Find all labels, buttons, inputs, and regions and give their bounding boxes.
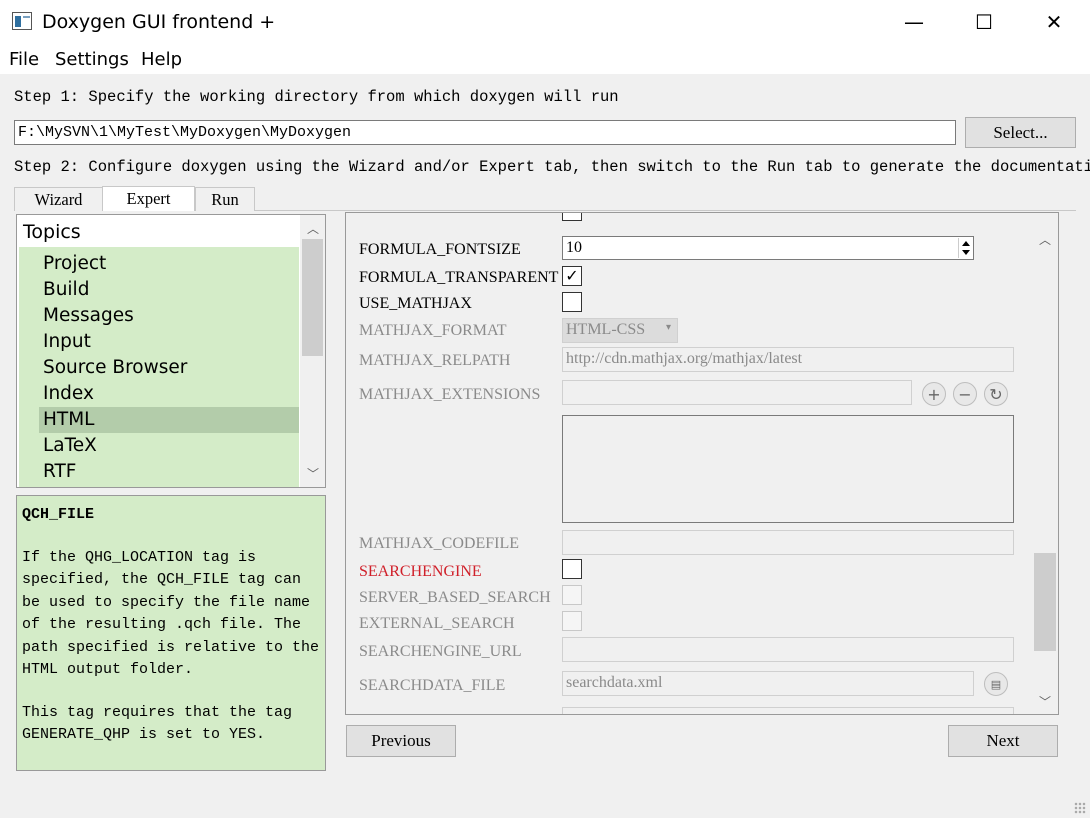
topic-index[interactable]: Index bbox=[39, 381, 299, 407]
topic-html[interactable]: HTML bbox=[39, 407, 299, 433]
clipped-checkbox[interactable] bbox=[562, 213, 582, 221]
menu-help[interactable]: Help bbox=[141, 49, 182, 70]
title-bar: Doxygen GUI frontend + — ☐ ✕ bbox=[0, 0, 1090, 44]
mathjax-extensions-label: MATHJAX_EXTENSIONS bbox=[359, 386, 541, 403]
browse-file-button[interactable]: ▤ bbox=[984, 672, 1008, 696]
scroll-up-arrow-icon[interactable]: ︿ bbox=[307, 220, 319, 237]
maximize-button[interactable]: ☐ bbox=[949, 0, 1019, 44]
mathjax-extensions-list[interactable] bbox=[562, 415, 1014, 523]
reset-items-button[interactable]: ↻ bbox=[984, 382, 1008, 406]
spin-arrows[interactable] bbox=[958, 238, 972, 258]
settings-scrollbar[interactable]: ︿ ﹀ bbox=[1032, 227, 1058, 713]
help-requirement: This tag requires that the tag GENERATE_… bbox=[22, 703, 293, 744]
formula-fontsize-spinbox[interactable]: 10 bbox=[562, 236, 974, 260]
mathjax-extensions-input[interactable] bbox=[562, 380, 912, 405]
topic-project[interactable]: Project bbox=[39, 251, 299, 277]
previous-button[interactable]: Previous bbox=[346, 725, 456, 757]
mathjax-format-label: MATHJAX_FORMAT bbox=[359, 322, 507, 339]
formula-fontsize-label: FORMULA_FONTSIZE bbox=[359, 241, 521, 258]
close-button[interactable]: ✕ bbox=[1019, 0, 1089, 44]
mathjax-relpath-label: MATHJAX_RELPATH bbox=[359, 352, 511, 369]
menu-settings[interactable]: Settings bbox=[55, 49, 129, 70]
formula-transparent-label: FORMULA_TRANSPARENT bbox=[359, 269, 559, 286]
menu-bar: File Settings Help bbox=[0, 44, 1090, 74]
mathjax-codefile-field[interactable] bbox=[562, 530, 1014, 555]
scroll-down-arrow-icon[interactable]: ﹀ bbox=[307, 465, 319, 482]
next-button[interactable]: Next bbox=[948, 725, 1058, 757]
chevron-down-icon: ▾ bbox=[665, 322, 671, 333]
tab-run[interactable]: Run bbox=[195, 187, 255, 211]
settings-panel: FORMULA_FONTSIZE 10 FORMULA_TRANSPARENT … bbox=[345, 212, 1059, 715]
minus-icon: − bbox=[958, 384, 972, 404]
clipped-next-field[interactable] bbox=[562, 707, 1014, 714]
resize-grip[interactable] bbox=[1074, 802, 1086, 814]
topics-scrollbar-thumb[interactable] bbox=[302, 239, 323, 356]
topic-rtf[interactable]: RTF bbox=[39, 459, 299, 485]
topics-list-panel: Topics Project Build Messages Input Sour… bbox=[16, 214, 326, 488]
use-mathjax-checkbox[interactable] bbox=[562, 292, 582, 312]
minimize-icon: — bbox=[904, 10, 924, 34]
formula-fontsize-value: 10 bbox=[566, 239, 582, 256]
topic-build[interactable]: Build bbox=[39, 277, 299, 303]
checkmark-icon: ✓ bbox=[565, 268, 579, 285]
tab-wizard[interactable]: Wizard bbox=[14, 187, 103, 211]
spin-down-icon[interactable] bbox=[962, 250, 970, 255]
help-panel: QCH_FILE If the QHG_LOCATION tag is spec… bbox=[16, 495, 326, 771]
external-search-label: EXTERNAL_SEARCH bbox=[359, 615, 515, 632]
topic-latex[interactable]: LaTeX bbox=[39, 433, 299, 459]
use-mathjax-label: USE_MATHJAX bbox=[359, 295, 472, 312]
help-description: If the QHG_LOCATION tag is specified, th… bbox=[22, 548, 320, 679]
mathjax-relpath-field[interactable]: http://cdn.mathjax.org/mathjax/latest bbox=[562, 347, 1014, 372]
mathjax-format-select[interactable]: HTML-CSS ▾ bbox=[562, 318, 678, 343]
server-based-search-label: SERVER_BASED_SEARCH bbox=[359, 589, 551, 606]
doxygen-app-icon bbox=[12, 12, 32, 30]
remove-item-button[interactable]: − bbox=[953, 382, 977, 406]
clipped-row bbox=[359, 213, 519, 215]
scroll-up-arrow-icon[interactable]: ︿ bbox=[1039, 231, 1051, 248]
select-directory-button[interactable]: Select... bbox=[965, 117, 1076, 148]
plus-icon: + bbox=[927, 384, 941, 404]
searchengine-url-label: SEARCHENGINE_URL bbox=[359, 643, 522, 660]
topic-input[interactable]: Input bbox=[39, 329, 299, 355]
external-search-checkbox[interactable] bbox=[562, 611, 582, 631]
searchdata-file-field[interactable]: searchdata.xml bbox=[562, 671, 974, 696]
help-title: QCH_FILE bbox=[22, 506, 95, 523]
scroll-down-arrow-icon[interactable]: ﹀ bbox=[1039, 693, 1051, 710]
searchdata-file-label: SEARCHDATA_FILE bbox=[359, 677, 506, 694]
topic-source-browser[interactable]: Source Browser bbox=[39, 355, 299, 381]
window-title: Doxygen GUI frontend + bbox=[42, 11, 276, 33]
tab-expert[interactable]: Expert bbox=[102, 186, 195, 211]
minimize-button[interactable]: — bbox=[879, 0, 949, 44]
working-directory-field[interactable]: F:\MySVN\1\MyTest\MyDoxygen\MyDoxygen bbox=[14, 120, 956, 145]
mathjax-codefile-label: MATHJAX_CODEFILE bbox=[359, 535, 519, 552]
add-item-button[interactable]: + bbox=[922, 382, 946, 406]
close-icon: ✕ bbox=[1045, 10, 1063, 34]
file-icon: ▤ bbox=[990, 677, 1002, 691]
searchengine-label: SEARCHENGINE bbox=[359, 563, 482, 580]
menu-file[interactable]: File bbox=[9, 49, 39, 70]
step2-instruction: Step 2: Configure doxygen using the Wiza… bbox=[14, 158, 1090, 176]
topic-messages[interactable]: Messages bbox=[39, 303, 299, 329]
topics-list: Project Build Messages Input Source Brow… bbox=[19, 247, 299, 487]
mathjax-format-value: HTML-CSS bbox=[566, 321, 646, 338]
refresh-icon: ↻ bbox=[989, 384, 1003, 404]
step1-instruction: Step 1: Specify the working directory fr… bbox=[14, 88, 619, 106]
topics-header: Topics bbox=[23, 221, 81, 243]
searchengine-checkbox[interactable] bbox=[562, 559, 582, 579]
formula-transparent-checkbox[interactable]: ✓ bbox=[562, 266, 582, 286]
maximize-icon: ☐ bbox=[975, 10, 993, 34]
topics-scrollbar[interactable]: ︿ ﹀ bbox=[300, 215, 325, 487]
server-based-search-checkbox[interactable] bbox=[562, 585, 582, 605]
spin-up-icon[interactable] bbox=[962, 241, 970, 246]
searchengine-url-field[interactable] bbox=[562, 637, 1014, 662]
settings-scrollbar-thumb[interactable] bbox=[1034, 553, 1056, 651]
